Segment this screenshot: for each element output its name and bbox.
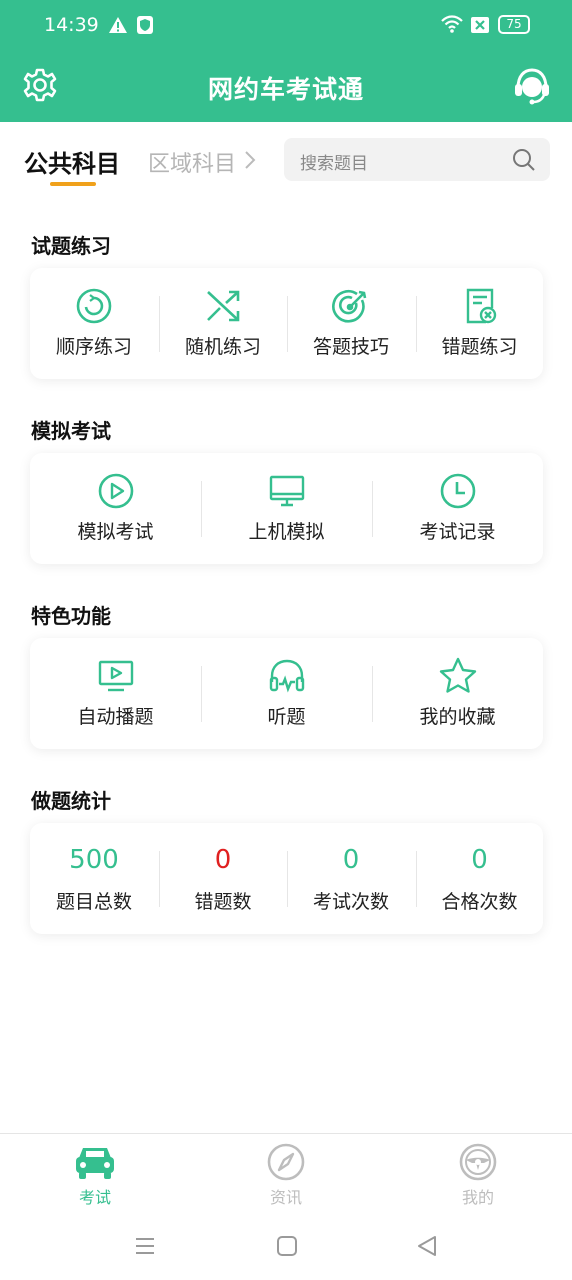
nav-item-news[interactable]: 资讯 [226, 1134, 346, 1216]
battery-level: 75 [498, 15, 530, 34]
practice-card: 顺序练习 随机练习 答题技巧 错题练习 [30, 268, 543, 379]
car-icon [74, 1142, 116, 1186]
nav-item-mine[interactable]: 我的 [418, 1134, 538, 1216]
mock-exam-label: 模拟考试 [77, 521, 154, 543]
wrong-doc-icon [460, 286, 500, 326]
exam-card: 模拟考试 上机模拟 考试记录 [30, 453, 543, 564]
nav-item-exam[interactable]: 考试 [35, 1134, 155, 1216]
my-favorites-label: 我的收藏 [419, 706, 496, 728]
listen-label: 听题 [267, 706, 306, 728]
stat-value: 0 [214, 845, 232, 875]
listen-button[interactable]: 听题 [201, 638, 372, 749]
app-title: 网约车考试通 [207, 75, 364, 104]
computer-simulation-label: 上机模拟 [248, 521, 325, 543]
exam-records-label: 考试记录 [419, 521, 496, 543]
monitor-icon [267, 471, 307, 511]
steering-wheel-icon [458, 1142, 498, 1186]
section-title-features: 特色功能 [31, 604, 111, 628]
wrong-practice-label: 错题练习 [441, 336, 518, 358]
back-icon[interactable] [416, 1235, 438, 1261]
stat-pass-count[interactable]: 0 合格次数 [416, 823, 543, 934]
stat-label: 题目总数 [55, 891, 132, 913]
search-icon[interactable] [512, 148, 536, 176]
stat-label: 考试次数 [312, 891, 389, 913]
mock-exam-button[interactable]: 模拟考试 [30, 453, 201, 564]
shield-icon [136, 15, 154, 39]
stat-total-questions[interactable]: 500 题目总数 [30, 823, 158, 934]
chevron-right-icon[interactable] [244, 150, 256, 174]
status-bar: 14:39 75 [0, 0, 572, 52]
answer-tips-button[interactable]: 答题技巧 [287, 268, 415, 379]
tab-region-subject[interactable]: 区域科目 [148, 146, 236, 178]
bottom-nav: 考试 资讯 我的 [0, 1133, 572, 1215]
my-favorites-button[interactable]: 我的收藏 [372, 638, 543, 749]
stats-card: 500 题目总数 0 错题数 0 考试次数 0 合格次数 [30, 823, 543, 934]
stat-value: 500 [69, 845, 119, 875]
sequence-practice-label: 顺序练习 [55, 336, 132, 358]
tab-active-underline [50, 182, 96, 186]
clock-icon [438, 471, 478, 511]
search-bar[interactable]: 搜索题目 [284, 138, 550, 181]
compass-icon [266, 1142, 306, 1186]
play-circle-icon [96, 471, 136, 511]
answer-tips-label: 答题技巧 [312, 336, 389, 358]
nav-label: 资讯 [269, 1188, 302, 1207]
shuffle-icon [203, 286, 243, 326]
section-title-practice: 试题练习 [31, 234, 111, 258]
app-header: 14:39 75 网约车考试通 [0, 0, 572, 122]
home-icon[interactable] [276, 1235, 298, 1261]
status-time: 14:39 [44, 14, 99, 36]
sequence-practice-button[interactable]: 顺序练习 [30, 268, 158, 379]
section-title-exam: 模拟考试 [31, 419, 111, 443]
star-icon [438, 656, 478, 696]
features-card: 自动播题 听题 我的收藏 [30, 638, 543, 749]
sequence-icon [74, 286, 114, 326]
warning-icon [108, 16, 128, 38]
wifi-icon [440, 14, 464, 38]
stat-wrong-questions[interactable]: 0 错题数 [159, 823, 287, 934]
battery-icon: 75 [498, 15, 530, 34]
nav-label: 考试 [78, 1188, 111, 1207]
no-sim-icon [470, 16, 490, 38]
wrong-practice-button[interactable]: 错题练习 [416, 268, 543, 379]
menu-icon[interactable] [134, 1235, 156, 1261]
system-nav-bar [0, 1215, 572, 1280]
exam-records-button[interactable]: 考试记录 [372, 453, 543, 564]
stat-label: 合格次数 [441, 891, 518, 913]
stat-label: 错题数 [194, 891, 252, 913]
stat-value: 0 [471, 845, 488, 875]
auto-play-label: 自动播题 [77, 706, 154, 728]
stat-exam-count[interactable]: 0 考试次数 [287, 823, 415, 934]
random-practice-label: 随机练习 [184, 336, 261, 358]
random-practice-button[interactable]: 随机练习 [159, 268, 287, 379]
nav-label: 我的 [461, 1188, 494, 1207]
section-title-stats: 做题统计 [31, 789, 111, 813]
subject-tabs: 公共科目 区域科目 搜索题目 [0, 122, 572, 202]
headphones-icon [267, 656, 307, 696]
tab-public-subject[interactable]: 公共科目 [24, 144, 120, 179]
computer-simulation-button[interactable]: 上机模拟 [201, 453, 372, 564]
stat-value: 0 [342, 845, 360, 875]
auto-play-button[interactable]: 自动播题 [30, 638, 201, 749]
search-input[interactable]: 搜索题目 [300, 149, 368, 174]
customer-service-icon[interactable] [512, 66, 552, 106]
target-icon [331, 286, 371, 326]
video-play-icon [96, 656, 136, 696]
